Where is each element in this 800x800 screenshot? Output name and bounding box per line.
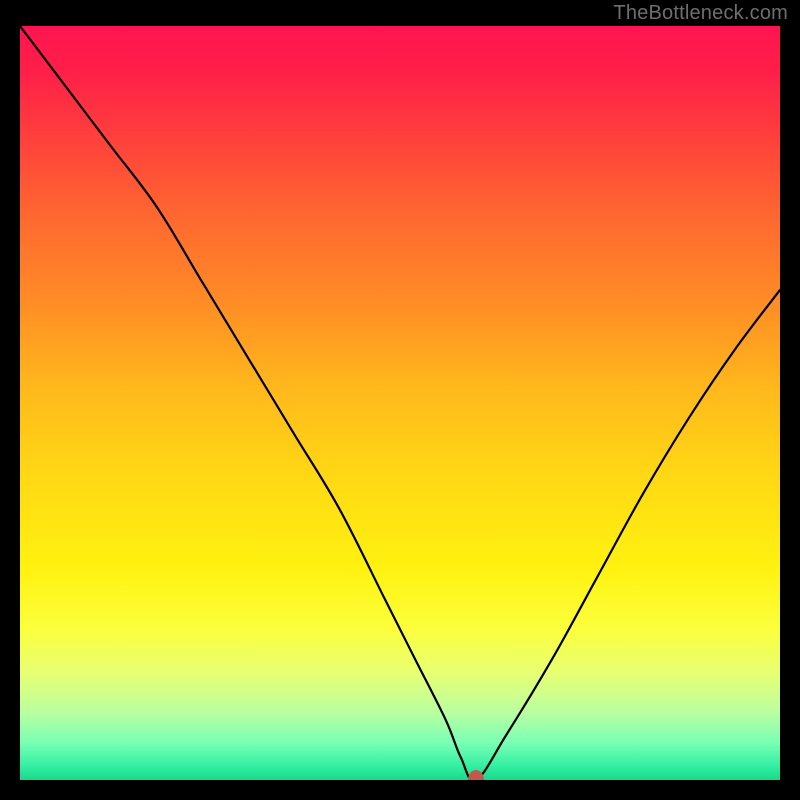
watermark-text: TheBottleneck.com <box>613 2 788 25</box>
bottleneck-curve <box>20 26 780 780</box>
chart-frame: TheBottleneck.com <box>0 0 800 800</box>
plot-area <box>20 26 780 780</box>
